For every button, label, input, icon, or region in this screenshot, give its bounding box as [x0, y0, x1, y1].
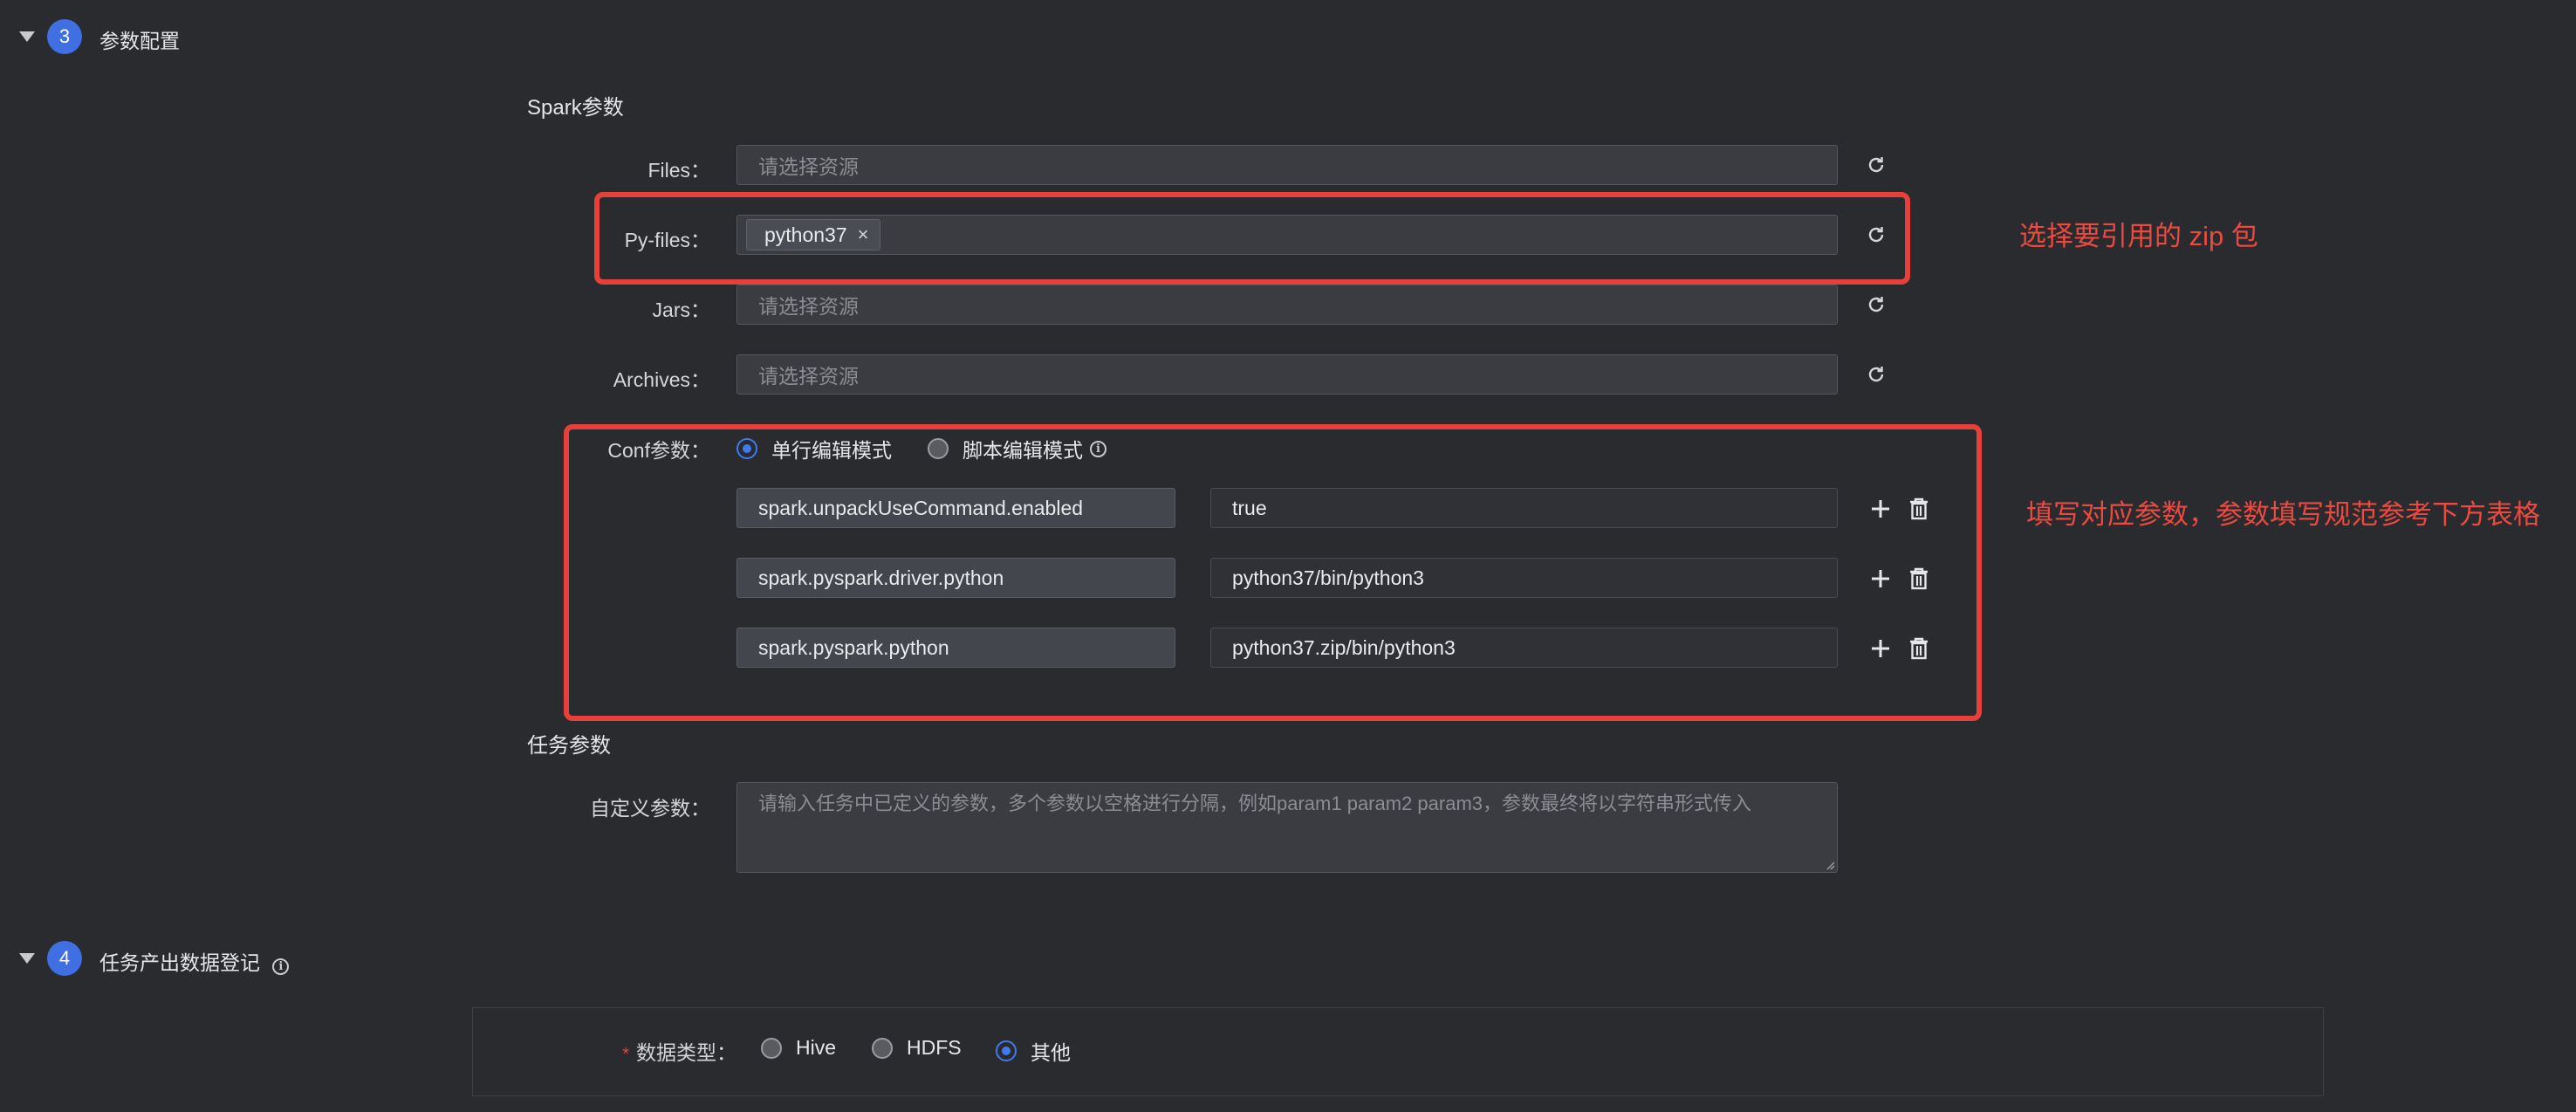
required-asterisk: * [622, 1045, 629, 1064]
jars-select[interactable]: 请选择资源 [736, 285, 1838, 325]
files-label: Files： [647, 159, 710, 182]
conf-annotation: 填写对应参数，参数填写规范参考下方表格 [2026, 499, 2540, 530]
jars-refresh-icon[interactable] [1865, 293, 1887, 316]
step-badge-4: 4 [47, 941, 82, 976]
radio-other-label: 其他 [1031, 1041, 1071, 1064]
radio-selected-indicator [996, 1040, 1017, 1061]
section-4-header[interactable]: 4 任务产出数据登记 i [0, 939, 436, 978]
conf-highlight-box [564, 424, 1982, 721]
pyfiles-highlight-box [594, 192, 1910, 285]
radio-unselected-indicator [872, 1037, 893, 1059]
jars-placeholder: 请选择资源 [758, 295, 859, 318]
section-4-title-text: 任务产出数据登记 [99, 951, 260, 974]
pyfiles-annotation: 选择要引用的 zip 包 [2019, 221, 2258, 251]
caret-down-icon[interactable] [19, 953, 35, 964]
radio-hive[interactable]: Hive [761, 1036, 836, 1060]
custom-params-textarea[interactable]: 请输入任务中已定义的参数，多个参数以空格进行分隔，例如param1 param2… [736, 782, 1838, 873]
section-3-title: 参数配置 [99, 30, 180, 52]
section-4-title: 任务产出数据登记 i [99, 946, 290, 976]
caret-down-icon[interactable] [19, 31, 35, 42]
radio-hdfs-label: HDFS [907, 1036, 962, 1059]
archives-refresh-icon[interactable] [1865, 363, 1887, 386]
files-refresh-icon[interactable] [1865, 154, 1887, 176]
data-type-label: * 数据类型： [454, 1036, 736, 1066]
radio-hdfs[interactable]: HDFS [872, 1036, 962, 1060]
radio-hive-label: Hive [796, 1036, 837, 1059]
jars-label: Jars： [652, 299, 710, 321]
radio-other[interactable]: 其他 [996, 1036, 1071, 1066]
info-icon[interactable]: i [272, 958, 290, 975]
task-params-title: 任务参数 [527, 734, 611, 758]
data-type-panel [472, 1007, 2324, 1096]
spark-params-title: Spark参数 [527, 96, 624, 120]
section-3-header[interactable]: 3 参数配置 [0, 17, 349, 56]
radio-unselected-indicator [761, 1037, 782, 1059]
data-type-label-text: 数据类型： [636, 1041, 736, 1064]
resize-grip-icon[interactable] [1825, 860, 1835, 870]
custom-params-label: 自定义参数： [590, 797, 710, 820]
archives-label: Archives： [613, 368, 710, 391]
files-select[interactable]: 请选择资源 [736, 145, 1838, 185]
archives-select[interactable]: 请选择资源 [736, 354, 1838, 395]
files-placeholder: 请选择资源 [758, 155, 859, 178]
step-badge-3: 3 [47, 19, 82, 54]
custom-params-placeholder: 请输入任务中已定义的参数，多个参数以空格进行分隔，例如param1 param2… [758, 793, 1752, 814]
archives-placeholder: 请选择资源 [758, 365, 859, 388]
